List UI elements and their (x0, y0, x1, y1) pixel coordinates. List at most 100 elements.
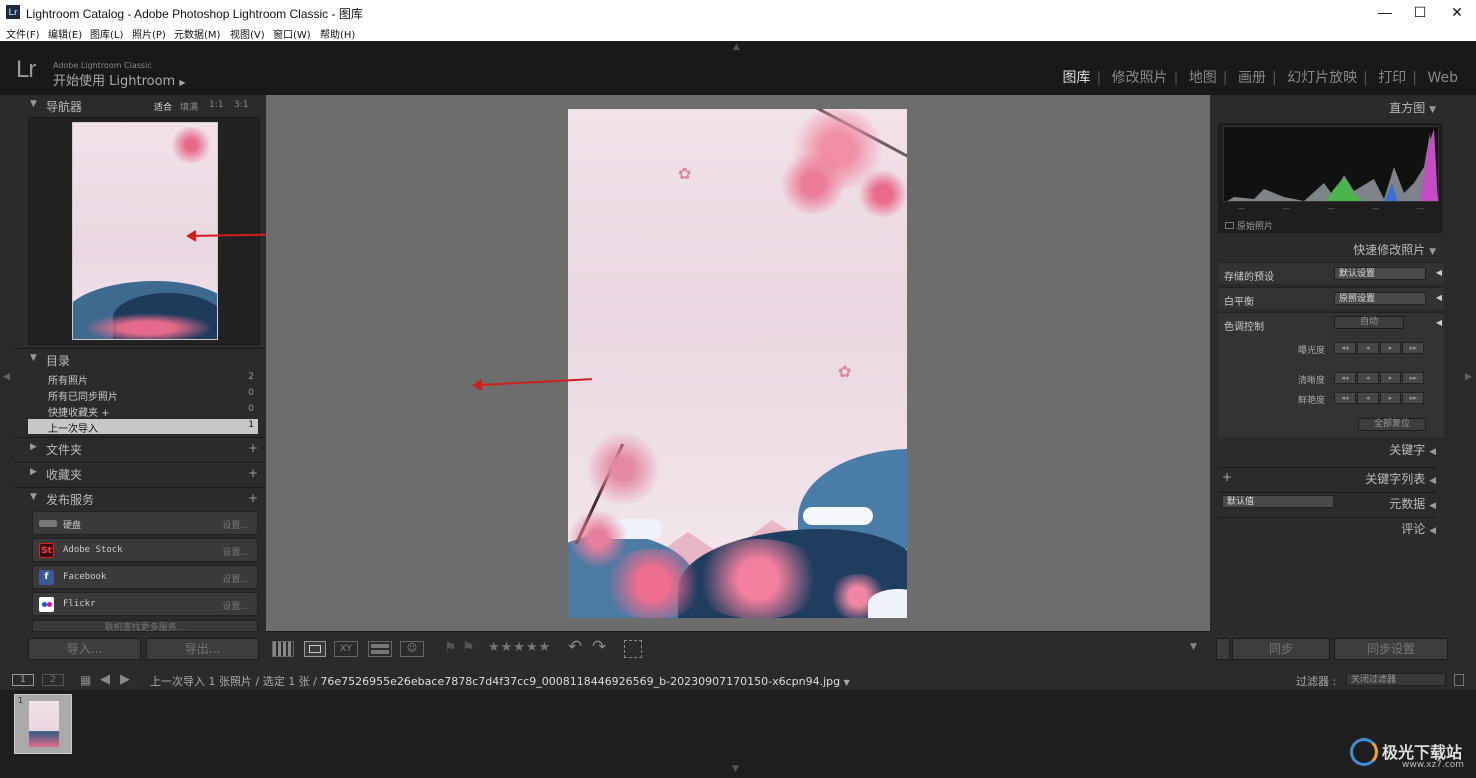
module-slideshow[interactable]: 幻灯片放映 (1287, 70, 1357, 86)
sync-toggle-switch[interactable] (1216, 638, 1230, 660)
collections-header[interactable]: ▶ 收藏夹 + (14, 462, 264, 484)
identity-title[interactable]: 开始使用 Lightroom ▶ (53, 70, 186, 89)
secondary-window-button[interactable]: 2 (42, 674, 64, 686)
service-adobe-stock[interactable]: St Adobe Stock 设置... (32, 538, 258, 562)
find-more-services[interactable]: 联机查找更多服务... (32, 620, 258, 632)
grid-view-icon[interactable] (272, 641, 294, 657)
module-book[interactable]: 画册 (1238, 70, 1266, 86)
service-harddisk[interactable]: 硬盘 设置... (32, 511, 258, 535)
quick-develop-header[interactable]: 快速修改照片 ▼ (1353, 241, 1436, 258)
metadata-header[interactable]: 默认值 元数据 ◀ (1218, 492, 1436, 512)
service-flickr[interactable]: Flickr 设置... (32, 592, 258, 616)
catalog-item-previous-import[interactable]: 上一次导入 1 (28, 419, 258, 435)
bottom-panel-toggle-icon[interactable]: ▼ (732, 764, 739, 774)
menu-file[interactable]: 文件(F) (6, 26, 40, 41)
loupe-view[interactable]: ✿ ✿ (266, 95, 1210, 631)
histogram-header[interactable]: 直方图 ▼ (1389, 99, 1436, 116)
flag-reject-icon[interactable]: ⚑ (462, 640, 475, 656)
collapse-icon: ▼ (30, 492, 37, 502)
filter-dropdown[interactable]: 关闭过滤器 (1346, 673, 1446, 686)
keyword-list-header[interactable]: + 关键字列表 ◀ (1218, 467, 1436, 487)
toolbar-menu-icon[interactable]: ▼ (1190, 642, 1197, 652)
menu-library[interactable]: 图库(L) (90, 26, 123, 41)
menu-view[interactable]: 视图(V) (230, 26, 265, 41)
star-rating[interactable]: ★★★★★ (488, 640, 551, 655)
filter-lock-icon[interactable] (1454, 674, 1464, 686)
catalog-header[interactable]: ▼ 目录 (14, 348, 264, 370)
grid-icon[interactable]: ▦ (80, 673, 91, 687)
close-button[interactable]: ✕ (1434, 2, 1476, 22)
filmstrip-source[interactable]: 上一次导入 1 张照片 / 选定 1 张 / 76e7526955e26ebac… (150, 673, 850, 689)
folders-header[interactable]: ▶ 文件夹 + (14, 437, 264, 459)
filmstrip-thumbnail[interactable]: 1 (14, 694, 72, 754)
module-library[interactable]: 图库 (1062, 70, 1090, 86)
top-panel-toggle-icon[interactable]: ▲ (733, 42, 740, 52)
metadata-preset-dropdown[interactable]: 默认值 (1222, 495, 1334, 508)
service-facebook[interactable]: f Facebook 设置... (32, 565, 258, 589)
navigator-preview-area[interactable] (28, 117, 260, 345)
left-panel-toggle-icon[interactable]: ◀ (3, 372, 10, 382)
module-print[interactable]: 打印 (1378, 70, 1406, 86)
white-balance-dropdown[interactable]: 原照设置 (1334, 292, 1426, 305)
zoom-1-1[interactable]: 1:1 (209, 100, 223, 110)
original-photo-checkbox[interactable]: 原始照片 (1225, 219, 1273, 232)
service-settings[interactable]: 设置... (222, 518, 249, 531)
left-panel: ▼ 导航器 适合 填满 1:1 3:1 ▼ 目录 所有照片 2 所有已同步照片 0 … (14, 95, 299, 663)
reset-all-button[interactable]: 全部复位 (1358, 418, 1426, 431)
rotate-left-icon[interactable]: ↶ (568, 637, 582, 657)
flickr-icon (39, 597, 54, 612)
publish-services-header[interactable]: ▼ 发布服务 + (14, 487, 264, 509)
saved-preset-dropdown[interactable]: 默认设置 (1334, 267, 1426, 280)
menu-help[interactable]: 帮助(H) (320, 26, 355, 41)
zoom-fill[interactable]: 填满 (180, 100, 198, 113)
loupe-view-icon[interactable] (304, 641, 326, 657)
add-keyword-icon[interactable]: + (1222, 470, 1232, 484)
service-settings[interactable]: 设置... (222, 545, 249, 558)
navigator-header[interactable]: ▼ 导航器 适合 填满 1:1 3:1 (14, 95, 264, 117)
zoom-3-1[interactable]: 3:1 (234, 100, 248, 110)
menu-metadata[interactable]: 元数据(M) (174, 26, 220, 41)
exposure-stepper[interactable]: ◂◂ ◂ ▸ ▸▸ (1334, 342, 1424, 354)
sync-settings-button[interactable]: 同步设置 (1334, 638, 1448, 660)
clarity-stepper[interactable]: ◂◂ ◂ ▸ ▸▸ (1334, 372, 1424, 384)
import-button[interactable]: 导入... (28, 638, 141, 660)
expand-icon[interactable]: ◀ (1436, 268, 1442, 277)
menu-window[interactable]: 窗口(W) (273, 26, 311, 41)
vibrance-stepper[interactable]: ◂◂ ◂ ▸ ▸▸ (1334, 392, 1424, 404)
catalog-item-all-photos[interactable]: 所有照片 2 (28, 371, 258, 387)
navigator-thumbnail[interactable] (72, 122, 218, 340)
add-service-icon[interactable]: + (248, 491, 258, 505)
sync-button[interactable]: 同步 (1232, 638, 1330, 660)
module-develop[interactable]: 修改照片 (1112, 70, 1168, 86)
add-folder-icon[interactable]: + (248, 441, 258, 455)
rotate-right-icon[interactable]: ↷ (592, 637, 606, 657)
forward-arrow-icon[interactable]: ▶ (120, 672, 130, 687)
compare-view-icon[interactable]: XY (334, 641, 358, 657)
zoom-fit[interactable]: 适合 (154, 100, 172, 113)
expand-icon[interactable]: ◀ (1436, 318, 1442, 327)
service-settings[interactable]: 设置... (222, 599, 249, 612)
keywording-header[interactable]: 关键字 ◀ (1389, 441, 1436, 458)
comments-header[interactable]: 评论 ◀ (1218, 517, 1436, 537)
flag-pick-icon[interactable]: ⚑ (444, 640, 457, 656)
people-view-icon[interactable]: ☺ (400, 641, 424, 657)
export-button[interactable]: 导出... (146, 638, 259, 660)
expand-icon: ◀ (1429, 526, 1436, 536)
right-panel-toggle-icon[interactable]: ▶ (1465, 372, 1472, 382)
crop-overlay-icon[interactable] (624, 640, 642, 658)
menu-photo[interactable]: 照片(P) (132, 26, 166, 41)
blossom-cluster (778, 154, 848, 214)
main-photo[interactable]: ✿ ✿ (568, 109, 907, 618)
add-collection-icon[interactable]: + (248, 466, 258, 480)
menu-edit[interactable]: 编辑(E) (48, 26, 82, 41)
expand-icon[interactable]: ◀ (1436, 293, 1442, 302)
catalog-item-quick-collection[interactable]: 快捷收藏夹 +0 (28, 403, 258, 419)
survey-view-icon[interactable] (368, 641, 392, 657)
module-map[interactable]: 地图 (1189, 70, 1217, 86)
service-settings[interactable]: 设置... (222, 572, 249, 585)
catalog-item-all-synced[interactable]: 所有已同步照片 0 (28, 387, 258, 403)
main-window-button[interactable]: 1 (12, 674, 34, 686)
auto-tone-button[interactable]: 自动 (1334, 316, 1404, 329)
back-arrow-icon[interactable]: ◀ (100, 672, 110, 687)
module-web[interactable]: Web (1427, 70, 1458, 86)
